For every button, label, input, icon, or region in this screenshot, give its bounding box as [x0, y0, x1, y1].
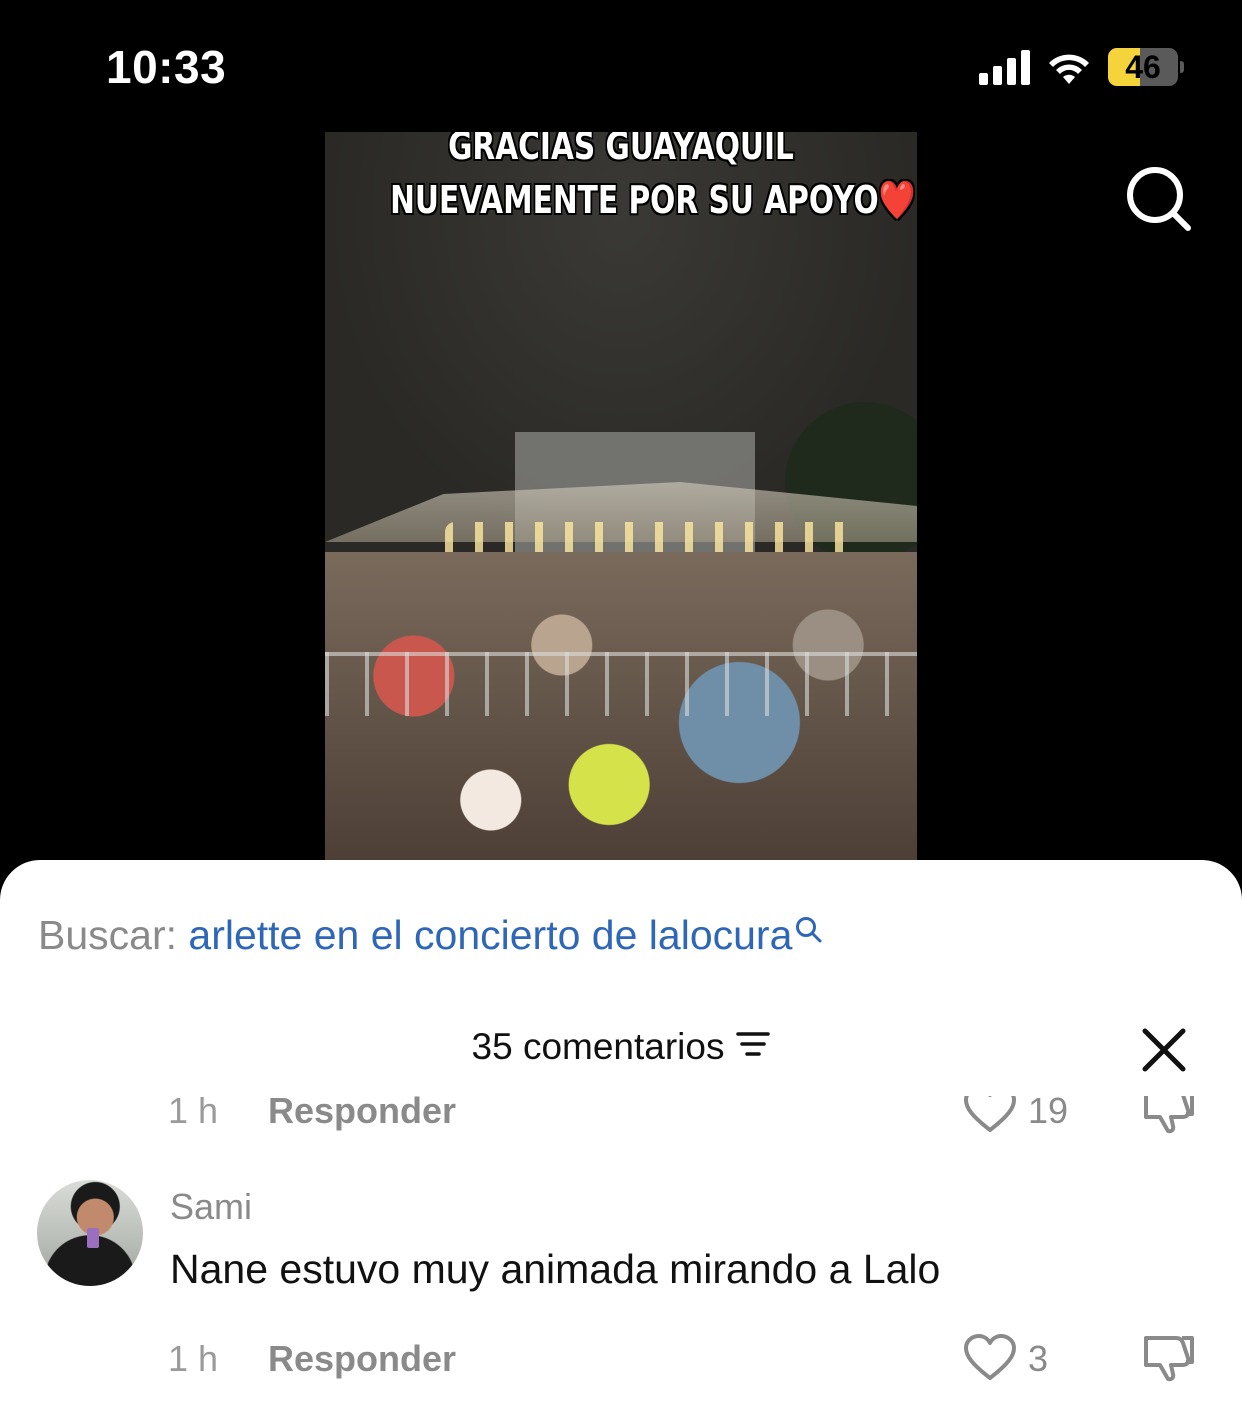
comments-count: 35 comentarios	[471, 1026, 725, 1068]
like-count: 19	[1028, 1096, 1069, 1131]
battery-icon: 46	[1108, 48, 1184, 86]
video-caption-line1: GRACIAS GUAYAQUIL	[448, 132, 794, 168]
search-small-icon	[794, 908, 824, 955]
comment-time: 1 h	[168, 1096, 219, 1131]
comment-actions-row: 1 h Responder 3	[0, 1334, 1242, 1398]
comment-username[interactable]: Sami	[170, 1186, 252, 1228]
heart-icon[interactable]	[962, 1334, 1018, 1382]
comment-actions-row: 1 h Responder 19	[0, 1096, 1242, 1146]
comment-text: Nane estuvo muy animada mirando a Lalo	[170, 1246, 941, 1292]
close-icon[interactable]	[1140, 1026, 1188, 1074]
avatar[interactable]	[37, 1180, 143, 1286]
wifi-icon	[1044, 48, 1094, 86]
video-caption-line2: NUEVAMENTE POR SU APOYO❤️	[390, 178, 916, 222]
reply-button[interactable]: Responder	[268, 1096, 456, 1132]
status-icons: 46	[979, 48, 1184, 86]
video-player[interactable]: GRACIAS GUAYAQUIL NUEVAMENTE POR SU APOY…	[325, 132, 917, 860]
search-suggestion[interactable]: Buscar: arlette en el concierto de laloc…	[38, 912, 824, 959]
search-prefix: Buscar:	[38, 912, 177, 958]
heart-icon[interactable]	[962, 1096, 1018, 1134]
comments-sheet: Buscar: arlette en el concierto de laloc…	[0, 860, 1242, 1406]
sort-icon[interactable]	[736, 1026, 771, 1068]
search-icon[interactable]	[1124, 164, 1194, 234]
search-query-link[interactable]: arlette en el concierto de lalocura	[188, 912, 792, 958]
screen: 10:33 46 GRACIAS GUAYAQUIL NUEVAMENTE PO…	[0, 0, 1242, 1406]
cellular-signal-icon	[979, 49, 1030, 85]
comment-item: Sami Nane estuvo muy animada mirando a L…	[0, 1180, 1242, 1382]
like-count: 3	[1028, 1338, 1049, 1379]
comments-header: 35 comentarios	[0, 1024, 1242, 1068]
dislike-icon[interactable]	[1140, 1096, 1196, 1134]
dislike-icon[interactable]	[1140, 1332, 1196, 1382]
previous-comment-actions: 1 h Responder 19	[0, 1096, 1242, 1146]
status-time: 10:33	[106, 41, 227, 93]
reply-button[interactable]: Responder	[268, 1338, 456, 1380]
battery-level: 46	[1125, 48, 1161, 85]
comment-time: 1 h	[168, 1338, 219, 1379]
